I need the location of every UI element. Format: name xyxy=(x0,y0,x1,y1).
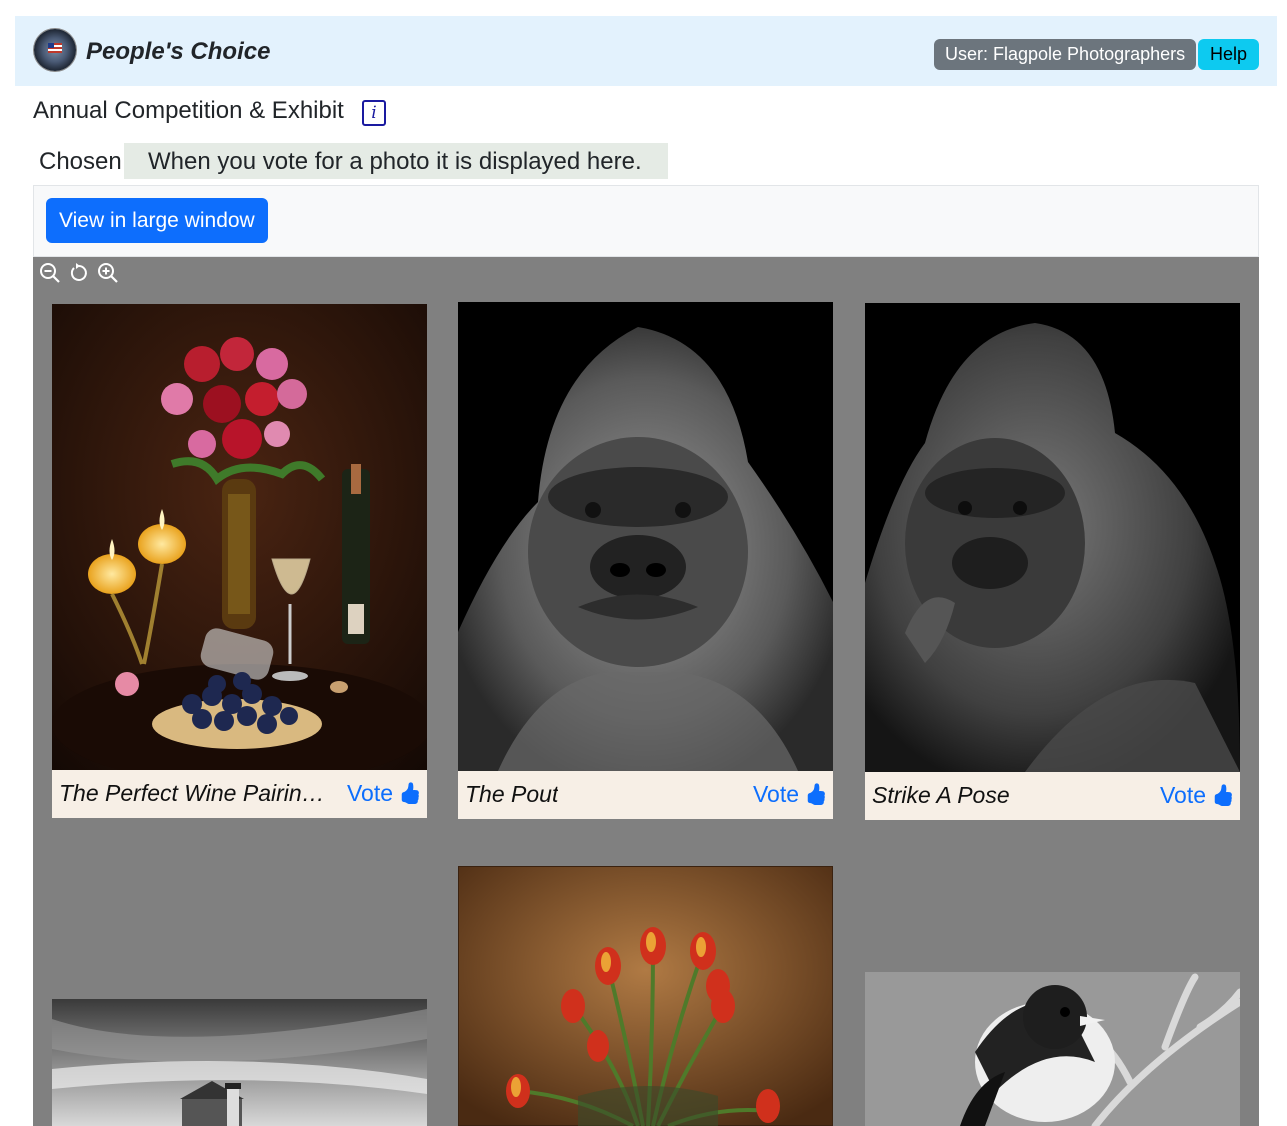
photo-caption: Strike A Pose Vote xyxy=(865,772,1240,820)
photo-card: Strike A Pose Vote xyxy=(865,303,1240,820)
photo-card xyxy=(457,865,834,1126)
top-navbar: People's Choice User: Flagpole Photograp… xyxy=(15,16,1277,86)
vote-label: Vote xyxy=(1159,782,1206,808)
photo-caption: The Perfect Wine Pairing: ... Vote xyxy=(52,770,427,818)
thumbs-up-icon xyxy=(401,782,419,804)
page-subtitle: Annual Competition & Exhibit xyxy=(33,97,344,124)
zoom-out-icon[interactable] xyxy=(39,262,61,284)
zoom-in-icon[interactable] xyxy=(97,262,119,284)
vote-label: Vote xyxy=(346,780,393,806)
photo-card xyxy=(52,999,427,1126)
club-logo[interactable] xyxy=(34,29,76,71)
photo-card: The Pout Vote xyxy=(458,302,833,819)
vote-label: Vote xyxy=(752,781,799,807)
photo-card: The Perfect Wine Pairing: ... Vote xyxy=(52,304,432,818)
photo-card xyxy=(865,972,1244,1126)
reset-icon[interactable] xyxy=(68,262,90,284)
photo-image[interactable] xyxy=(457,865,834,1126)
chosen-label: Chosen xyxy=(39,148,122,175)
photo-image[interactable] xyxy=(865,303,1240,772)
user-badge[interactable]: User: Flagpole Photographers xyxy=(934,39,1197,70)
chosen-placeholder-text: When you vote for a photo it is displaye… xyxy=(148,148,642,175)
brand-title[interactable]: People's Choice xyxy=(86,38,270,66)
vote-button[interactable]: Vote xyxy=(347,780,421,807)
photo-image[interactable] xyxy=(458,302,833,771)
help-button[interactable]: Help xyxy=(1198,39,1260,70)
photo-caption: The Pout Vote xyxy=(458,771,833,819)
photo-title: The Perfect Wine Pairing: ... xyxy=(59,780,334,806)
view-large-window-button[interactable]: View in large window xyxy=(46,198,268,243)
photo-title: The Pout xyxy=(465,781,559,807)
vote-button[interactable]: Vote xyxy=(1160,782,1234,809)
info-icon[interactable]: i xyxy=(362,100,386,126)
photo-image[interactable] xyxy=(52,999,427,1126)
thumbs-up-icon xyxy=(1214,784,1232,806)
vote-button[interactable]: Vote xyxy=(753,781,827,808)
photo-title: Strike A Pose xyxy=(872,782,1010,808)
photo-image[interactable] xyxy=(52,304,432,784)
photo-image[interactable] xyxy=(865,972,1244,1126)
thumbs-up-icon xyxy=(807,783,825,805)
photo-gallery[interactable]: The Perfect Wine Pairing: ... Vote The P… xyxy=(33,257,1259,1126)
gallery-toolbar: View in large window xyxy=(33,185,1259,257)
chosen-display: When you vote for a photo it is displaye… xyxy=(124,143,668,179)
